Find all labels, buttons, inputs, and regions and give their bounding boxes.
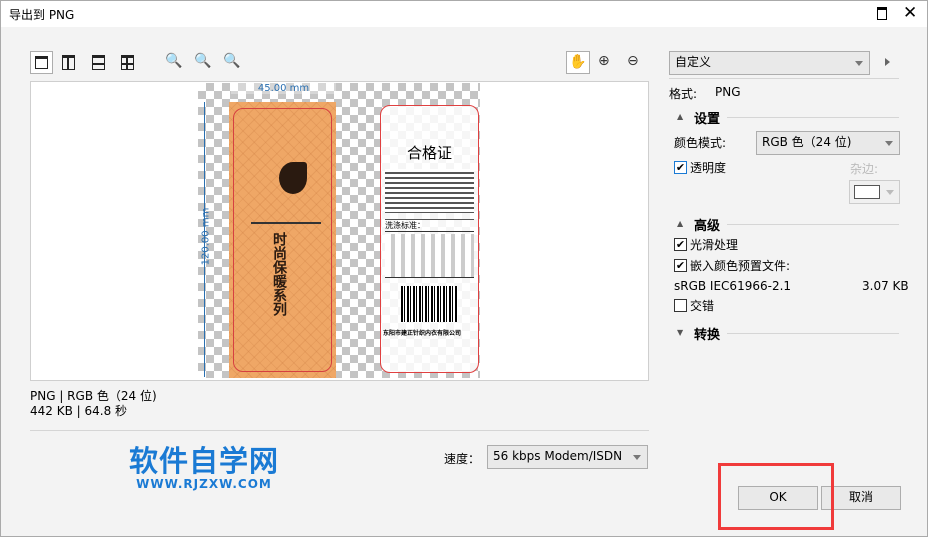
zoom-in-icon[interactable]: ⊕ — [598, 53, 610, 69]
format-label: 格式: — [669, 87, 698, 101]
split-vertical-icon[interactable] — [62, 55, 75, 70]
settings-header[interactable]: 设置 — [694, 108, 720, 127]
info-size-time: 442 KB | 64.8 秒 — [30, 404, 128, 418]
maximize-icon[interactable] — [877, 7, 887, 20]
panel-expand-arrow-icon[interactable] — [885, 58, 890, 66]
close-icon[interactable]: ✕ — [903, 3, 917, 23]
zoom-out-icon[interactable]: ⊖ — [627, 53, 639, 69]
interlace-checkbox[interactable] — [674, 299, 687, 312]
interlace-label: 交错 — [690, 299, 715, 313]
width-dimension: 45.00 mm — [231, 83, 336, 94]
tag-title: 合格证 — [406, 144, 452, 162]
wash-label: 洗涤标准： — [385, 219, 474, 232]
matte-swatch — [854, 185, 880, 199]
matte-label: 杂边: — [850, 162, 879, 176]
zoom-fit-icon[interactable]: 🔍 — [165, 53, 182, 69]
single-view-button[interactable] — [30, 51, 53, 74]
smoothing-label: 光滑处理 — [690, 238, 739, 252]
speed-dropdown[interactable]: 56 kbps Modem/ISDN — [487, 445, 648, 469]
zoom-100-icon[interactable]: 🔍 — [223, 53, 240, 69]
zoom-1to1-icon[interactable]: 🔍 — [194, 53, 211, 69]
matte-color-picker[interactable] — [849, 180, 900, 204]
color-mode-dropdown[interactable]: RGB 色（24 位) — [756, 131, 900, 155]
format-value: PNG — [715, 85, 741, 99]
tag-front: 时尚保暖系列 — [229, 102, 336, 378]
barcode — [401, 286, 458, 322]
profile-name: sRGB IEC61966-2.1 — [674, 279, 792, 293]
chevron-down-icon — [885, 141, 893, 146]
collapse-advanced-icon[interactable]: ▲ — [677, 219, 683, 228]
pan-hand-icon: ✋ — [569, 54, 587, 70]
pan-hand-button[interactable]: ✋ — [566, 51, 590, 74]
tag-series-text: 时尚保暖系列 — [271, 232, 287, 316]
embed-profile-label: 嵌入颜色预置文件: — [690, 259, 791, 273]
transparency-label: 透明度 — [690, 161, 727, 175]
quad-view-icon[interactable] — [121, 55, 134, 70]
chevron-down-icon — [633, 455, 641, 460]
watermark-logo: 软件自学网 WWW.RJZXW.COM — [129, 444, 280, 491]
transform-header[interactable]: 转换 — [694, 324, 720, 343]
company-name: 东阳市建正针织内衣有限公司 — [383, 330, 462, 337]
advanced-header[interactable]: 高级 — [694, 215, 720, 234]
title-bar: 导出到 PNG ✕ — [1, 1, 927, 27]
height-dimension: 120.00 mm — [200, 207, 212, 266]
smoothing-checkbox[interactable]: ✔ — [674, 238, 687, 251]
profile-size: 3.07 KB — [862, 279, 909, 293]
split-horizontal-icon[interactable] — [92, 55, 105, 70]
window-title: 导出到 PNG — [9, 8, 75, 22]
expand-transform-icon[interactable]: ▼ — [677, 328, 683, 337]
single-view-icon — [35, 56, 48, 69]
collapse-settings-icon[interactable]: ▲ — [677, 112, 683, 121]
color-mode-label: 颜色模式: — [674, 136, 727, 150]
tag-back: 合格证 洗涤标准： 东阳市建正针织内衣有限公司 — [380, 105, 479, 373]
speed-label: 速度： — [444, 452, 481, 466]
transparency-checkbox[interactable]: ✔ — [674, 161, 687, 174]
highlight-annotation — [718, 463, 834, 530]
preset-dropdown[interactable]: 自定义 — [669, 51, 870, 75]
chevron-down-icon — [855, 61, 863, 66]
embed-profile-checkbox[interactable]: ✔ — [674, 259, 687, 272]
